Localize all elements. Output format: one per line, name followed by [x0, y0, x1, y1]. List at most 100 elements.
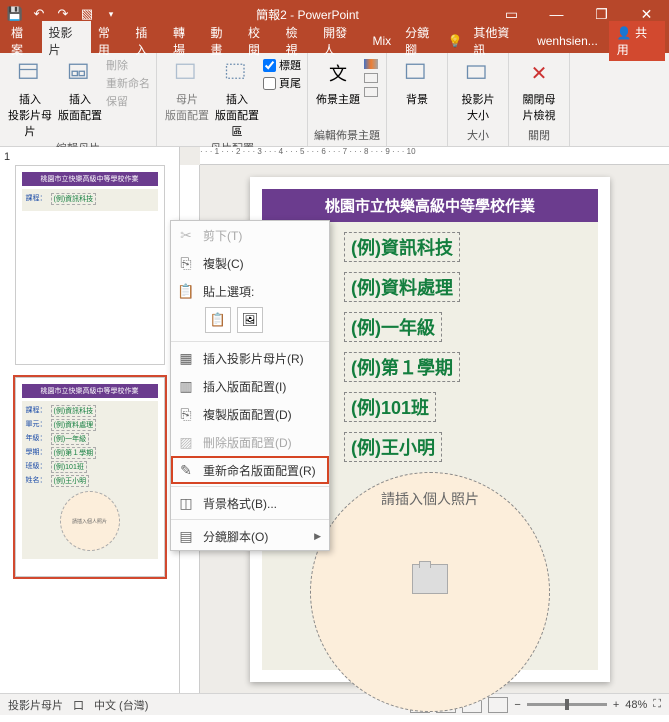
- menu-label: 複製版面配置(D): [203, 406, 292, 423]
- share-button[interactable]: 👤 共用: [609, 21, 665, 61]
- preserve-button: 保留: [106, 93, 150, 109]
- paste-icon: 📋: [177, 282, 195, 300]
- menu-paste-options-label: 📋貼上選項:: [171, 277, 329, 305]
- status-language[interactable]: 中文 (台灣): [94, 697, 148, 713]
- chk-label: 頁尾: [279, 75, 301, 91]
- paste-keep-source-button[interactable]: 📋: [205, 307, 231, 333]
- ribbon-group-theme: 文 佈景主題 編輯佈景主題: [308, 53, 387, 146]
- zoom-slider[interactable]: [527, 703, 607, 706]
- field-value[interactable]: (例)101班: [344, 392, 436, 422]
- btn-label: 插入 版面配置: [58, 91, 102, 123]
- btn-label: 母片 版面配置: [165, 91, 209, 123]
- menu-delete-layout: ▨ 刪除版面配置(D): [171, 428, 329, 456]
- mini-val: (例)資訊科技: [51, 193, 97, 205]
- close-icon: ✕: [523, 57, 555, 89]
- insert-slide-master-button[interactable]: 插入 投影片母片: [6, 57, 54, 139]
- tab-mix[interactable]: Mix: [365, 31, 398, 51]
- mini-val: (例)第１學期: [51, 447, 97, 459]
- status-mode[interactable]: 投影片母片: [8, 697, 63, 713]
- tellme-icon: 💡: [447, 34, 462, 48]
- field-value[interactable]: (例)資料處理: [344, 272, 460, 302]
- menu-label: 插入投影片母片(R): [203, 350, 304, 367]
- slide-title-placeholder[interactable]: 桃園市立快樂高級中等學校作業: [262, 189, 598, 222]
- menu-label: 重新命名版面配置(R): [203, 462, 316, 479]
- delete-icon: ▨: [177, 433, 195, 451]
- slide-master-icon: [14, 57, 46, 89]
- mini-lbl: 姓名：: [26, 475, 47, 487]
- photo-hint: 請插入個人照片: [381, 489, 479, 509]
- menu-background-format[interactable]: ◫背景格式(B)...: [171, 489, 329, 517]
- fit-to-window-button[interactable]: ⛶: [653, 698, 661, 711]
- btn-label: 插入 版面配置區: [213, 91, 261, 139]
- menu-insert-slide-master[interactable]: ▦ 插入投影片母片(R): [171, 344, 329, 372]
- group-label: 編輯佈景主題: [314, 126, 380, 144]
- thumb-title: 桃園市立快樂高級中等學校作業: [22, 172, 158, 186]
- delete-button: 刪除: [106, 57, 150, 73]
- menu-label: 剪下(T): [203, 227, 242, 244]
- menu-label: 分鏡腳本(O): [203, 528, 268, 545]
- btn-label: 背景: [406, 91, 428, 107]
- size-icon: [462, 57, 494, 89]
- ribbon: 插入 投影片母片 插入 版面配置 刪除 重新命名 保留 編輯母片 母片 版面配置…: [0, 53, 669, 147]
- user-name[interactable]: wenhsien...: [530, 31, 605, 51]
- themes-button[interactable]: 文 佈景主題: [314, 57, 362, 107]
- layout-icon: ▥: [177, 377, 195, 395]
- mini-val: (例)一年級: [51, 433, 90, 445]
- mini-lbl: 課程：: [26, 405, 47, 417]
- btn-label: 關閉母 片檢視: [523, 91, 556, 123]
- theme-options[interactable]: [364, 57, 378, 97]
- insert-placeholder-button[interactable]: 插入 版面配置區: [213, 57, 261, 139]
- title-checkbox[interactable]: 標題: [263, 57, 301, 73]
- close-master-view-button[interactable]: ✕ 關閉母 片檢視: [515, 57, 563, 123]
- mini-lbl: 年級：: [26, 433, 47, 445]
- footer-checkbox[interactable]: 頁尾: [263, 75, 301, 91]
- background-icon: [401, 57, 433, 89]
- btn-label: 佈景主題: [316, 91, 360, 107]
- field-value[interactable]: (例)資訊科技: [344, 232, 460, 262]
- workspace: 1 桃園市立快樂高級中等學校作業 課程： (例)資訊科技 桃園市立快樂高級中等學校…: [0, 147, 669, 693]
- menu-copy[interactable]: ⎘複製(C): [171, 249, 329, 277]
- slide-master-icon: ▦: [177, 349, 195, 367]
- mini-lbl: 學期：: [26, 447, 47, 459]
- btn-label: 插入 投影片母片: [6, 91, 54, 139]
- photo-placeholder-circle[interactable]: 請插入個人照片: [310, 472, 550, 712]
- menu-rename-layout[interactable]: ✎重新命名版面配置(R): [171, 456, 329, 484]
- zoom-level[interactable]: 48%: [625, 699, 647, 711]
- field-value[interactable]: (例)王小明: [344, 432, 442, 462]
- cut-icon: ✂: [177, 226, 195, 244]
- ribbon-tabs: 檔案 投影片 常用 插入 轉場 動畫 校閱 檢視 開發人 Mix 分鏡腳 💡 其…: [0, 28, 669, 53]
- menu-cut: ✂ 剪下(T): [171, 221, 329, 249]
- slide-size-button[interactable]: 投影片 大小: [454, 57, 502, 123]
- field-value[interactable]: (例)一年級: [344, 312, 442, 342]
- mini-lbl: 班級：: [26, 461, 47, 473]
- menu-label: 刪除版面配置(D): [203, 434, 292, 451]
- field-value[interactable]: (例)第１學期: [344, 352, 460, 382]
- horizontal-ruler[interactable]: · · · 1 · · · 2 · · · 3 · · · 4 · · · 5 …: [200, 147, 669, 165]
- background-button[interactable]: 背景: [393, 57, 441, 107]
- zoom-in-button[interactable]: +: [613, 699, 619, 711]
- paste-picture-button[interactable]: 🖼: [237, 307, 263, 333]
- thumbnail-master[interactable]: 桃園市立快樂高級中等學校作業 課程： (例)資訊科技: [15, 165, 165, 365]
- menu-storyboard[interactable]: ▤分鏡腳本(O)▶: [171, 522, 329, 550]
- master-layout-button[interactable]: 母片 版面配置: [163, 57, 211, 123]
- mini-val: (例)王小明: [51, 475, 90, 487]
- mini-lbl: 單元：: [26, 419, 47, 431]
- menu-insert-layout[interactable]: ▥插入版面配置(I): [171, 372, 329, 400]
- duplicate-icon: ⎘: [177, 405, 195, 423]
- rename-button: 重新命名: [106, 75, 150, 91]
- thumb-number: 1: [4, 151, 175, 163]
- ribbon-group-size: 投影片 大小 大小: [448, 53, 509, 146]
- insert-layout-button[interactable]: 插入 版面配置: [56, 57, 104, 123]
- image-icon: [412, 564, 448, 594]
- thumbnail-layout[interactable]: 桃園市立快樂高級中等學校作業 課程：(例)資訊科技 單元：(例)資料處理 年級：…: [15, 377, 165, 577]
- menu-duplicate-layout[interactable]: ⎘ 複製版面配置(D): [171, 400, 329, 428]
- ribbon-group-background: 背景: [387, 53, 448, 146]
- thumbnail-panel[interactable]: 1 桃園市立快樂高級中等學校作業 課程： (例)資訊科技 桃園市立快樂高級中等學校…: [0, 147, 180, 693]
- menu-separator: [171, 486, 329, 487]
- mini-lbl: 課程：: [26, 193, 47, 205]
- mini-val: (例)資訊科技: [51, 405, 97, 417]
- master-layout-icon: [171, 57, 203, 89]
- ribbon-group-edit-master: 插入 投影片母片 插入 版面配置 刪除 重新命名 保留 編輯母片: [0, 53, 157, 146]
- background-icon: ◫: [177, 494, 195, 512]
- chk-label: 標題: [279, 57, 301, 73]
